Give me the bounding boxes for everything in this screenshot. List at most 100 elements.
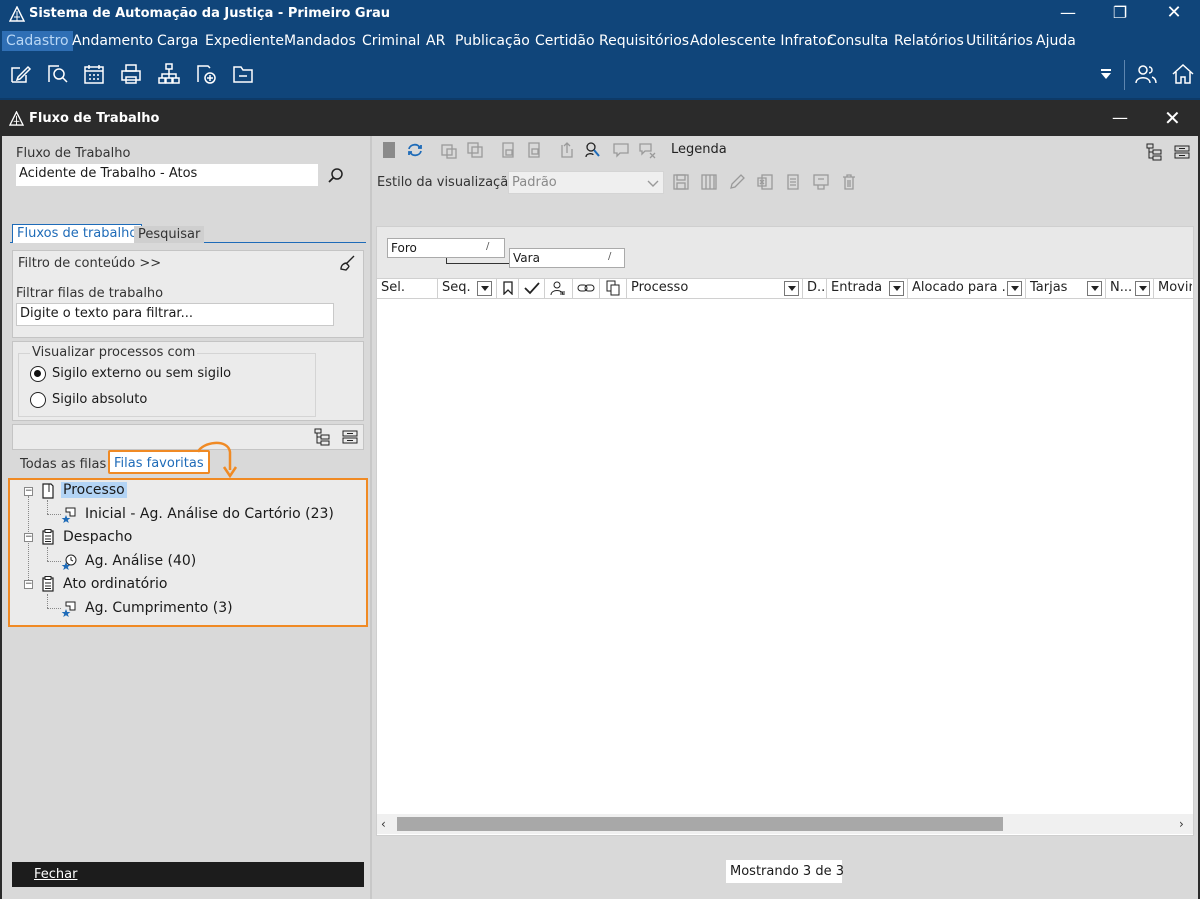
lock-document-icon[interactable] [499, 141, 517, 159]
tab-fluxos-de-trabalho[interactable]: Fluxos de trabalho [12, 224, 143, 243]
refresh-icon[interactable] [406, 141, 424, 159]
upload-icon[interactable] [558, 141, 576, 159]
radio-sigilo-externo[interactable] [30, 366, 46, 382]
workflow-field[interactable]: Acidente de Trabalho - Atos [16, 164, 318, 186]
menu-andamento[interactable]: Andamento [72, 31, 153, 51]
visibility-group-border [18, 353, 316, 417]
copy-icon[interactable] [466, 141, 484, 159]
content-filter-toggle[interactable]: Filtro de conteúdo >> [18, 256, 161, 271]
scroll-right-icon[interactable]: › [1179, 817, 1184, 831]
menu-mandados[interactable]: Mandados [284, 31, 356, 51]
edit-icon[interactable] [8, 62, 32, 86]
document-list-icon[interactable] [784, 173, 802, 191]
menu-criminal[interactable]: Criminal [362, 31, 420, 51]
window-logo-icon [8, 110, 25, 126]
save-icon[interactable] [672, 173, 690, 191]
expand-tree-icon[interactable] [313, 428, 331, 446]
trash-icon[interactable] [840, 173, 858, 191]
restore-button[interactable]: ❐ [1110, 3, 1130, 23]
search-document-icon[interactable] [45, 62, 69, 86]
col-sel[interactable]: Sel. [377, 278, 438, 298]
tab-pesquisar[interactable]: Pesquisar [134, 226, 205, 243]
horizontal-scrollbar[interactable]: ‹ › [377, 814, 1193, 834]
tree-node-processo[interactable]: Processo [61, 482, 127, 498]
window-minimize-button[interactable]: — [1112, 108, 1128, 127]
menu-carga[interactable]: Carga [157, 31, 198, 51]
search-user-icon[interactable] [584, 141, 602, 159]
columns-icon[interactable] [700, 173, 718, 191]
scrollbar-thumb[interactable] [397, 817, 1003, 831]
comment-icon[interactable] [612, 141, 630, 159]
expand-tree-icon[interactable] [1145, 143, 1163, 161]
collapse-processo-toggle[interactable]: − [24, 487, 33, 496]
pencil-icon[interactable] [728, 173, 746, 191]
legend-label[interactable]: Legenda [671, 142, 727, 157]
users-icon[interactable] [1134, 62, 1158, 86]
filter-dropdown[interactable] [1087, 281, 1102, 296]
view-style-label: Estilo da visualização [377, 175, 517, 190]
collapse-despacho-toggle[interactable]: − [24, 533, 33, 542]
filter-queues-input[interactable]: Digite o texto para filtrar... [16, 303, 334, 326]
menu-certidao[interactable]: Certidão [535, 31, 595, 51]
view-style-select[interactable]: Padrão [508, 171, 664, 194]
toolbar-divider [1124, 60, 1125, 90]
group-chip-vara[interactable]: Vara / [509, 248, 625, 268]
filter-dropdown[interactable] [477, 281, 492, 296]
tree-connector [47, 561, 61, 562]
filter-dropdown[interactable] [784, 281, 799, 296]
col-processo[interactable]: Processo [627, 278, 803, 298]
tree-node-inicial[interactable]: Inicial - Ag. Análise do Cartório (23) [85, 506, 334, 522]
menu-relatorios[interactable]: Relatórios [894, 31, 964, 51]
filter-dropdown[interactable] [1007, 281, 1022, 296]
collapse-tree-icon[interactable] [341, 428, 359, 446]
tree-node-ato-ordinatorio[interactable]: Ato ordinatório [63, 576, 167, 592]
close-button[interactable]: Fechar [12, 862, 364, 887]
folder-icon[interactable] [231, 62, 255, 86]
menu-utilitarios[interactable]: Utilitários [966, 31, 1033, 51]
menu-publicacao[interactable]: Publicação [455, 31, 530, 51]
tab-filas-favoritas[interactable]: Filas favoritas [108, 450, 210, 474]
bookmark-icon[interactable] [380, 141, 398, 159]
menu-consulta[interactable]: Consulta [827, 31, 888, 51]
add-queue-icon[interactable] [194, 62, 218, 86]
close-app-button[interactable]: ✕ [1164, 3, 1184, 23]
minimize-button[interactable]: — [1058, 3, 1078, 23]
tree-node-ag-analise[interactable]: Ag. Análise (40) [85, 553, 196, 569]
printer-icon[interactable] [119, 62, 143, 86]
tree-node-despacho[interactable]: Despacho [63, 529, 132, 545]
bookmark-col-icon [501, 281, 515, 296]
radio-sigilo-absoluto[interactable] [30, 392, 46, 408]
col-d[interactable]: D... [803, 278, 827, 298]
check-col-icon [524, 281, 540, 295]
group-chip-foro[interactable]: Foro / [387, 238, 505, 258]
menu-adolescente-infrator[interactable]: Adolescente Infrator [690, 31, 832, 51]
collapse-ato-toggle[interactable]: − [24, 580, 33, 589]
home-icon[interactable] [1171, 62, 1195, 86]
calendar-icon[interactable] [82, 62, 106, 86]
brush-icon[interactable] [338, 254, 356, 272]
tree-node-ag-cumprimento[interactable]: Ag. Cumprimento (3) [85, 600, 233, 616]
menu-expediente[interactable]: Expediente [205, 31, 284, 51]
unlock-document-icon[interactable] [525, 141, 543, 159]
tree-connector [47, 547, 48, 561]
menu-requisitorios[interactable]: Requisitórios [599, 31, 689, 51]
menu-bar: Cadastro Andamento Carga Expediente Mand… [0, 28, 1200, 52]
window-close-button[interactable]: ✕ [1164, 106, 1181, 130]
filter-dropdown[interactable] [889, 281, 904, 296]
col-movimento[interactable]: Movir [1154, 278, 1192, 298]
dropdown-arrow-icon[interactable] [1100, 68, 1112, 80]
export-icon[interactable] [812, 173, 830, 191]
menu-cadastro[interactable]: Cadastro [2, 31, 73, 51]
excel-icon[interactable] [756, 173, 774, 191]
menu-ajuda[interactable]: Ajuda [1036, 31, 1076, 51]
remove-comment-icon[interactable] [638, 141, 656, 159]
tab-todas-as-filas[interactable]: Todas as filas [16, 456, 110, 474]
org-chart-icon[interactable] [157, 62, 181, 86]
splitter[interactable] [370, 136, 372, 899]
scroll-left-icon[interactable]: ‹ [381, 817, 386, 831]
collapse-tree-icon[interactable] [1173, 143, 1191, 161]
move-icon[interactable] [440, 141, 458, 159]
menu-ar[interactable]: AR [426, 31, 445, 51]
search-icon[interactable] [327, 167, 345, 185]
filter-dropdown[interactable] [1135, 281, 1150, 296]
